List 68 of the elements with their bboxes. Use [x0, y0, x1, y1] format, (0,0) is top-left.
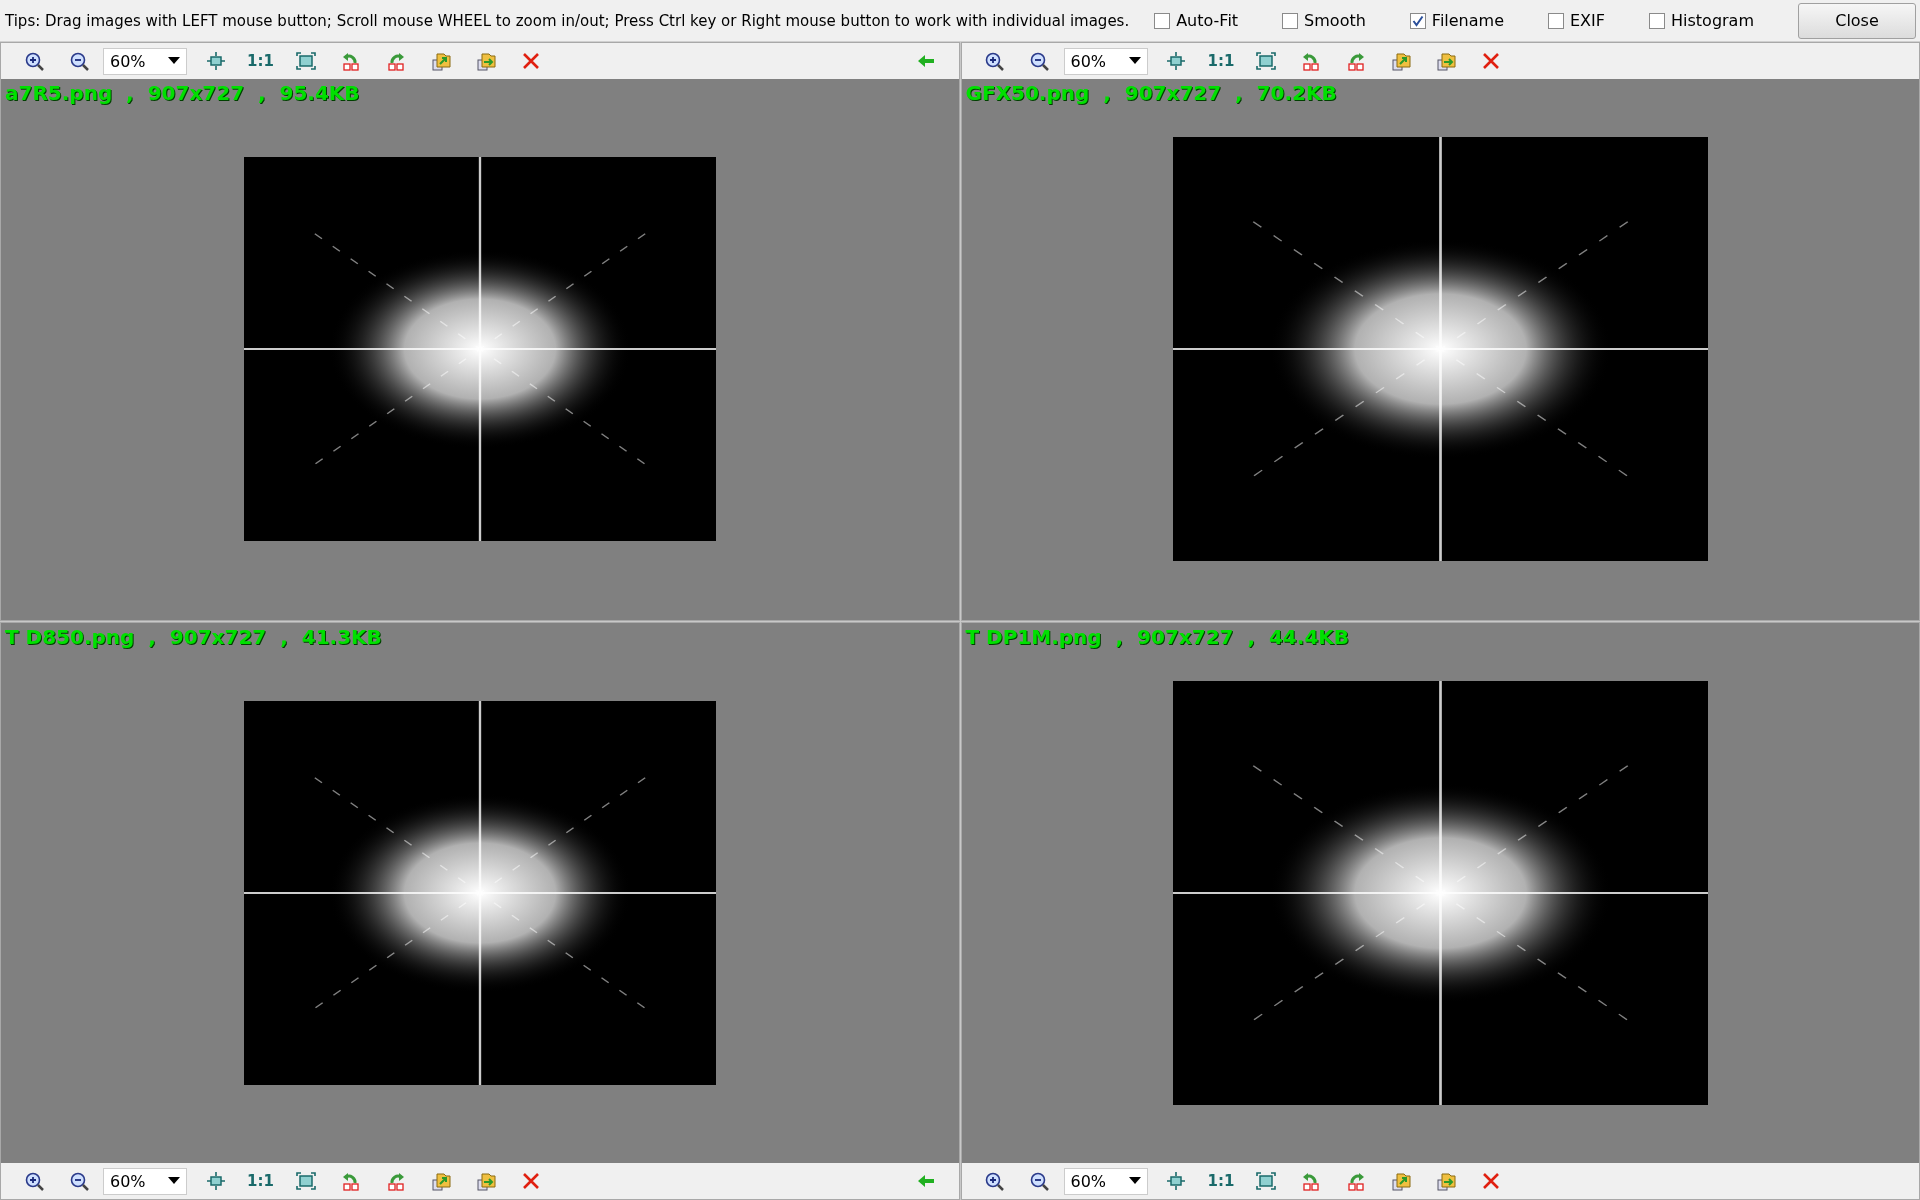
actual-size-button[interactable]: 1:1 [238, 46, 283, 76]
checkbox-label: Auto-Fit [1176, 11, 1239, 30]
folder-copy-icon[interactable] [1391, 1171, 1411, 1191]
rotate-right-icon[interactable] [385, 1171, 406, 1191]
rotate-right-icon[interactable] [385, 51, 406, 71]
zoom-dropdown[interactable]: 60% [103, 1167, 187, 1195]
checkbox[interactable] [1409, 12, 1426, 29]
folder-copy-icon[interactable] [1391, 51, 1411, 71]
folder-move-icon[interactable] [475, 1171, 496, 1191]
checkbox[interactable] [1282, 12, 1299, 29]
checkbox-label: EXIF [1570, 11, 1605, 30]
caret-icon [168, 1177, 180, 1185]
zoom-in-icon[interactable] [984, 1171, 1004, 1191]
fullscreen-icon[interactable] [1256, 1171, 1276, 1191]
rotate-left-icon[interactable] [340, 1171, 361, 1191]
delete-icon[interactable] [520, 1171, 541, 1191]
actual-size-button[interactable]: 1:1 [238, 1166, 283, 1196]
actual-size-button[interactable]: 1:1 [1198, 46, 1244, 76]
rotate-right-icon[interactable] [1346, 51, 1366, 71]
checkbox[interactable] [1649, 12, 1665, 29]
image-caption: GFX50.png , 907x727 , 70.2KB [965, 81, 1337, 105]
image-caption: T D850.png , 907x727 , 41.3KB [5, 624, 382, 649]
zoom-dropdown[interactable]: 60% [1063, 47, 1148, 75]
zoom-value: 60% [1070, 1171, 1107, 1191]
checkbox-label: Histogram [1671, 11, 1754, 30]
checkbox-label: Filename [1431, 11, 1504, 30]
caret-icon [168, 57, 180, 65]
zoom-value: 60% [1070, 51, 1107, 71]
folder-copy-icon[interactable] [430, 51, 451, 71]
folder-move-icon[interactable] [475, 51, 496, 71]
rotate-left-icon[interactable] [1301, 51, 1321, 71]
rotate-left-icon[interactable] [340, 51, 361, 71]
fit-window-icon[interactable] [205, 1171, 226, 1191]
zoom-value: 60% [110, 51, 146, 71]
checkbox-label: Smooth [1304, 11, 1366, 30]
delete-icon[interactable] [520, 51, 541, 71]
checkbox[interactable] [1154, 12, 1171, 29]
fit-window-icon[interactable] [1166, 51, 1186, 71]
zoom-dropdown[interactable]: 60% [1063, 1167, 1148, 1195]
checkbox[interactable] [1548, 12, 1564, 29]
delete-icon[interactable] [1481, 51, 1501, 71]
image-caption: T DP1M.png , 907x727 , 44.4KB [965, 624, 1350, 649]
actual-size-button[interactable]: 1:1 [1198, 1166, 1244, 1196]
zoom-in-icon[interactable] [23, 51, 44, 71]
zoom-value: 60% [110, 1171, 146, 1191]
zoom-out-icon[interactable] [68, 51, 89, 71]
zoom-out-icon[interactable] [1029, 51, 1049, 71]
folder-move-icon[interactable] [1436, 1171, 1456, 1191]
fit-window-icon[interactable] [1166, 1171, 1186, 1191]
zoom-out-icon[interactable] [1029, 1171, 1049, 1191]
close-button[interactable]: Close [1798, 2, 1916, 39]
fullscreen-icon[interactable] [295, 51, 316, 71]
image-caption: a7R5.png , 907x727 , 95.4KB [5, 81, 360, 105]
rotate-right-icon[interactable] [1346, 1171, 1366, 1191]
rotate-left-icon[interactable] [1301, 1171, 1321, 1191]
folder-move-icon[interactable] [1436, 51, 1456, 71]
zoom-out-icon[interactable] [68, 1171, 89, 1191]
caret-icon [1128, 57, 1141, 65]
zoom-in-icon[interactable] [23, 1171, 44, 1191]
tips-text: Tips: Drag images with LEFT mouse button; Scroll mouse WHEEL to zoom in/out; Press Ctrl key or Right mouse button to work with individual images. [5, 11, 1131, 30]
zoom-in-icon[interactable] [984, 51, 1004, 71]
zoom-dropdown[interactable]: 60% [103, 47, 187, 75]
folder-copy-icon[interactable] [430, 1171, 451, 1191]
caret-icon [1128, 1177, 1141, 1185]
fullscreen-icon[interactable] [1256, 51, 1276, 71]
fit-window-icon[interactable] [205, 51, 226, 71]
fullscreen-icon[interactable] [295, 1171, 316, 1191]
delete-icon[interactable] [1481, 1171, 1501, 1191]
